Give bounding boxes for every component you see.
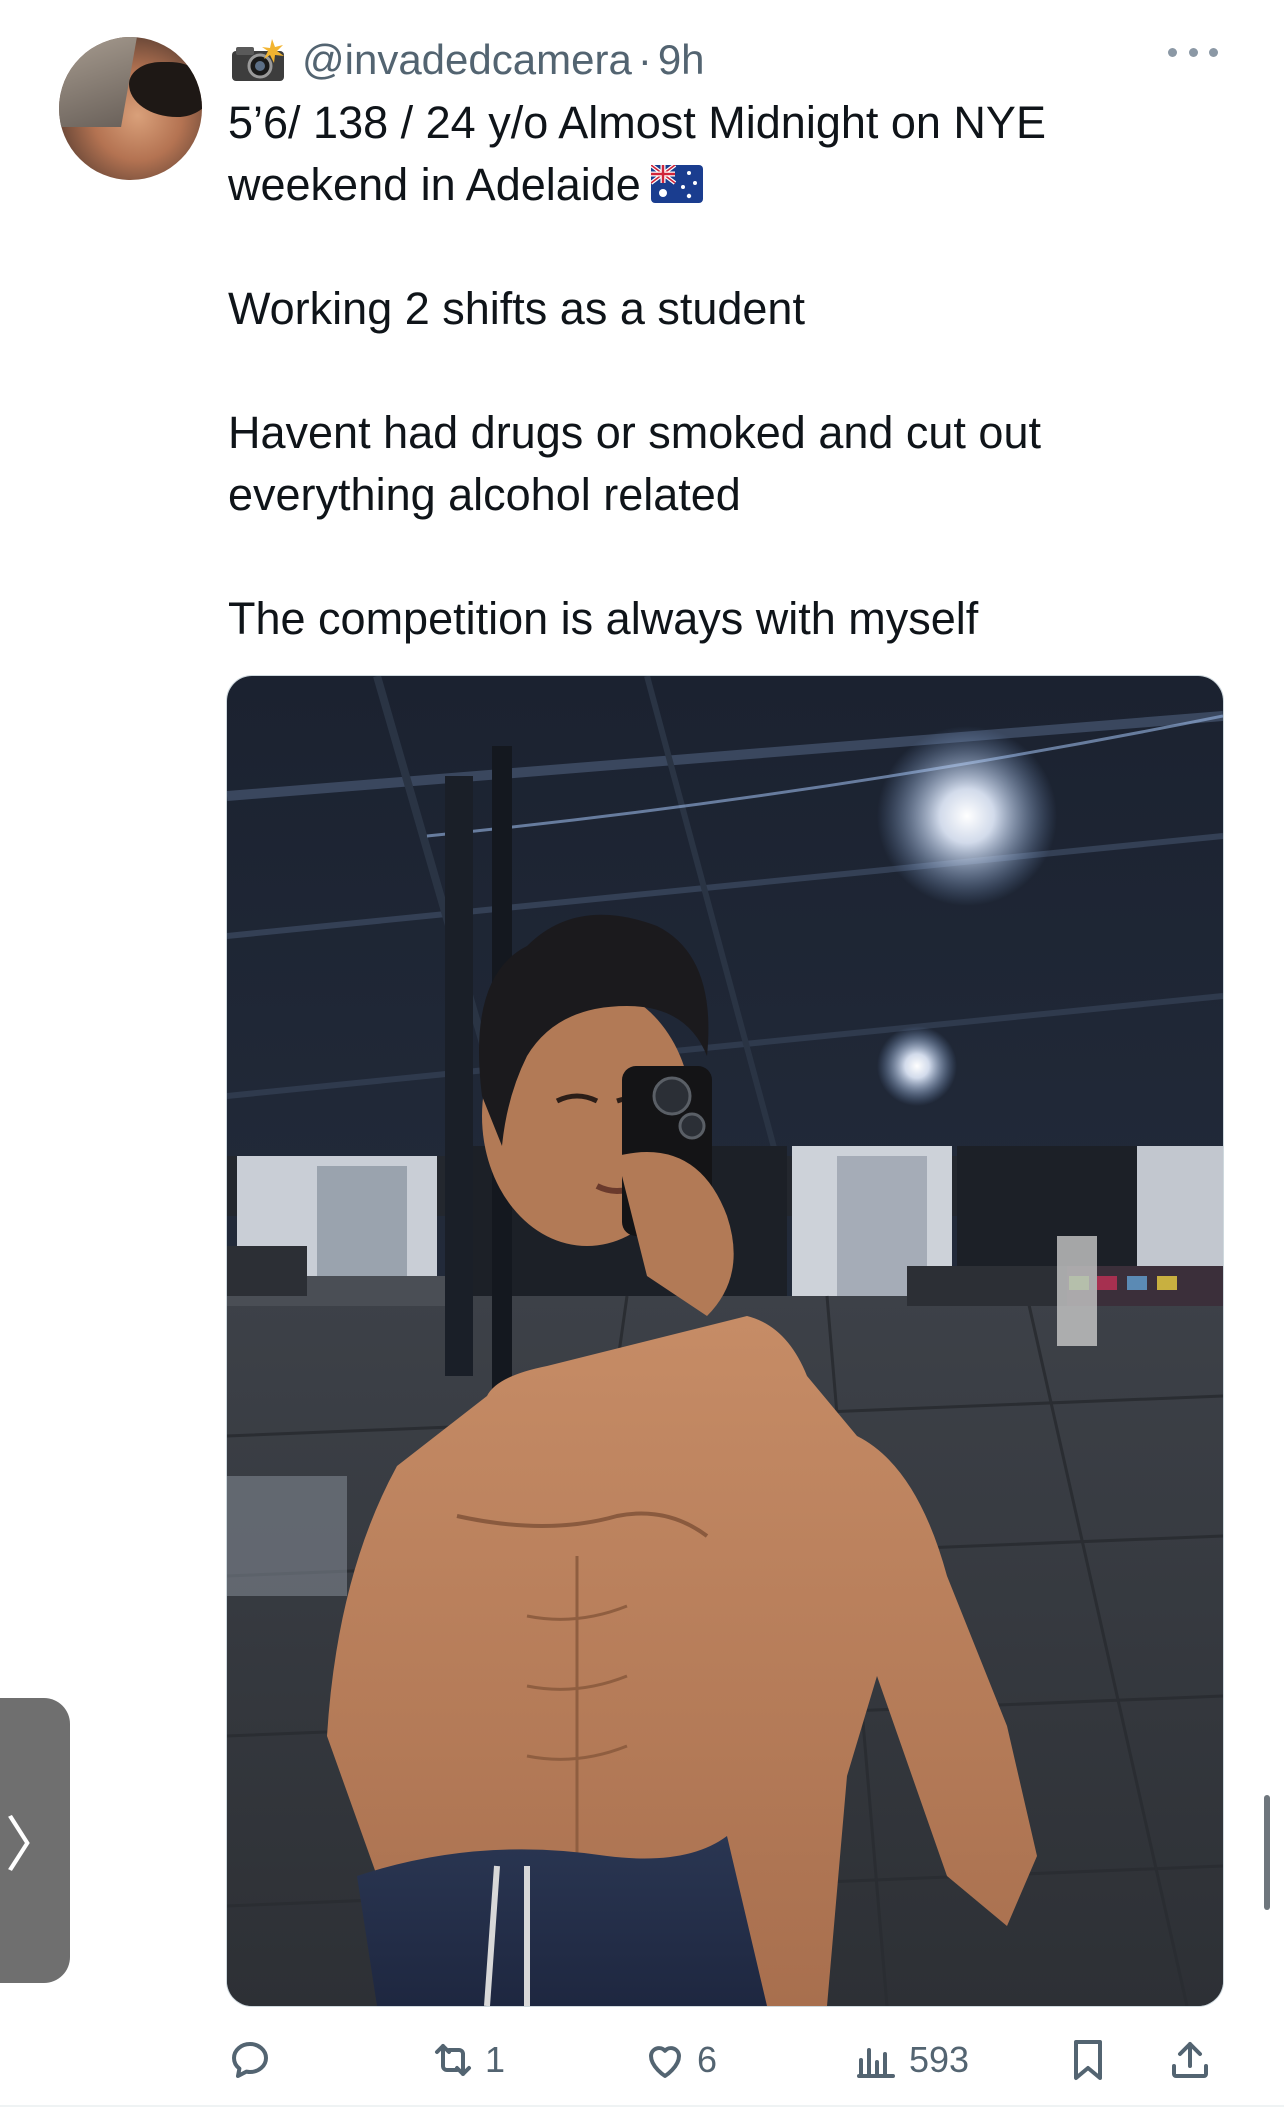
analytics-icon [853, 2036, 901, 2084]
tweet-header: @invadedcamera · 9h [228, 30, 705, 90]
tweet-line: 5’6/ 138 / 24 y/o Almost Midnight on NYE [228, 97, 1046, 148]
tweet-text: 5’6/ 138 / 24 y/o Almost Midnight on NYE… [228, 92, 1228, 650]
retweet-icon [429, 2036, 477, 2084]
tweet-photo[interactable] [226, 675, 1224, 2007]
share-button[interactable] [1166, 2030, 1214, 2090]
chevron-right-icon: 〉 [5, 1812, 65, 1879]
tweet-line-with-flag: weekend in Adelaide [228, 154, 1228, 216]
retweet-button[interactable]: 1 [429, 2030, 505, 2090]
more-dot [1209, 47, 1218, 57]
camera-flash-icon [228, 37, 288, 83]
tweet-line: The competition is always with myself [228, 593, 979, 644]
scrollbar-thumb[interactable] [1264, 1795, 1270, 1910]
tweet-timestamp[interactable]: 9h [658, 36, 705, 84]
avatar-hair [129, 62, 202, 117]
views-button[interactable]: 593 [853, 2030, 969, 2090]
avatar-background [59, 37, 137, 127]
more-dot [1188, 47, 1198, 57]
reply-icon [226, 2036, 274, 2084]
more-options-icon[interactable] [1168, 42, 1218, 62]
tweet-line: Havent had drugs or smoked and cut out [228, 407, 1041, 458]
like-button[interactable]: 6 [641, 2030, 717, 2090]
divider [0, 2105, 1284, 2107]
bookmark-icon [1064, 2036, 1112, 2084]
header-separator: · [637, 36, 652, 83]
more-dot [1168, 47, 1177, 57]
avatar[interactable] [59, 37, 202, 180]
like-count: 6 [697, 2039, 718, 2080]
tweet-actions: 1 6 593 [226, 2030, 1226, 2090]
tweet-line: everything alcohol related [228, 469, 741, 520]
tweet-line: Working 2 shifts as a student [228, 283, 805, 334]
australia-flag-icon [650, 165, 703, 204]
tweet[interactable]: @invadedcamera · 9h 5’6/ 138 / 24 y/o Al… [0, 0, 1284, 2126]
share-icon [1166, 2036, 1214, 2084]
views-count: 593 [909, 2039, 970, 2080]
side-panel-tab[interactable]: 〉 [0, 1698, 70, 1983]
retweet-count: 1 [485, 2039, 506, 2080]
bookmark-button[interactable] [1064, 2030, 1112, 2090]
reply-button[interactable] [226, 2030, 282, 2090]
tweet-line: weekend in Adelaide [228, 159, 641, 210]
user-handle[interactable]: @invadedcamera [302, 36, 632, 84]
heart-icon [641, 2036, 689, 2084]
